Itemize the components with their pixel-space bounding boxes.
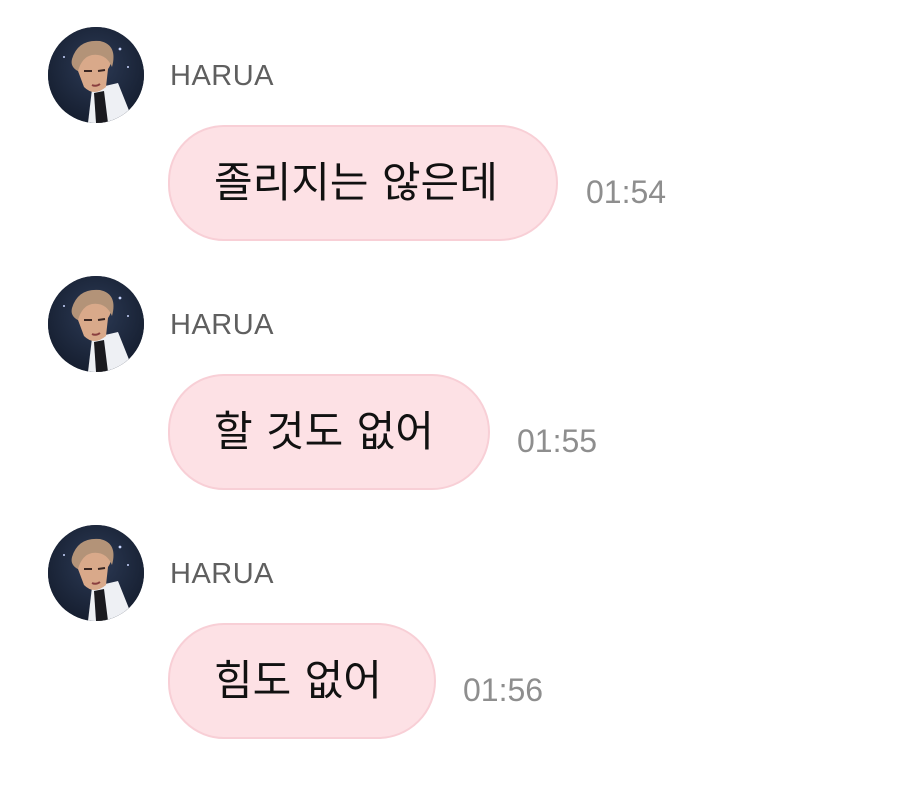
avatar[interactable] — [48, 276, 144, 372]
user-avatar-photo-icon — [48, 27, 144, 123]
message-bubble[interactable]: 졸리지는 않은데 — [168, 125, 558, 241]
message-text: 졸리지는 않은데 — [214, 158, 498, 207]
user-avatar-photo-icon — [48, 525, 144, 621]
message-bubble[interactable]: 힘도 없어 — [168, 623, 436, 739]
message-row: HARUA 힘도 없어 01:56 — [0, 525, 923, 755]
message-bubble[interactable]: 할 것도 없어 — [168, 374, 490, 490]
message-text: 힘도 없어 — [214, 656, 382, 705]
message-timestamp: 01:56 — [463, 672, 544, 708]
message-timestamp: 01:55 — [517, 423, 598, 459]
avatar[interactable] — [48, 27, 144, 123]
sender-name: HARUA — [170, 309, 275, 341]
message-row: HARUA 할 것도 없어 01:55 — [0, 276, 923, 506]
chat-thread[interactable]: HARUA 졸리지는 않은데 01:54 HARUA 할 것도 없어 01:55… — [0, 0, 923, 786]
message-timestamp: 01:54 — [586, 174, 667, 210]
message-text: 할 것도 없어 — [214, 407, 434, 456]
sender-name: HARUA — [170, 60, 275, 92]
avatar[interactable] — [48, 525, 144, 621]
user-avatar-photo-icon — [48, 276, 144, 372]
message-row: HARUA 졸리지는 않은데 01:54 — [0, 27, 923, 257]
sender-name: HARUA — [170, 558, 275, 590]
